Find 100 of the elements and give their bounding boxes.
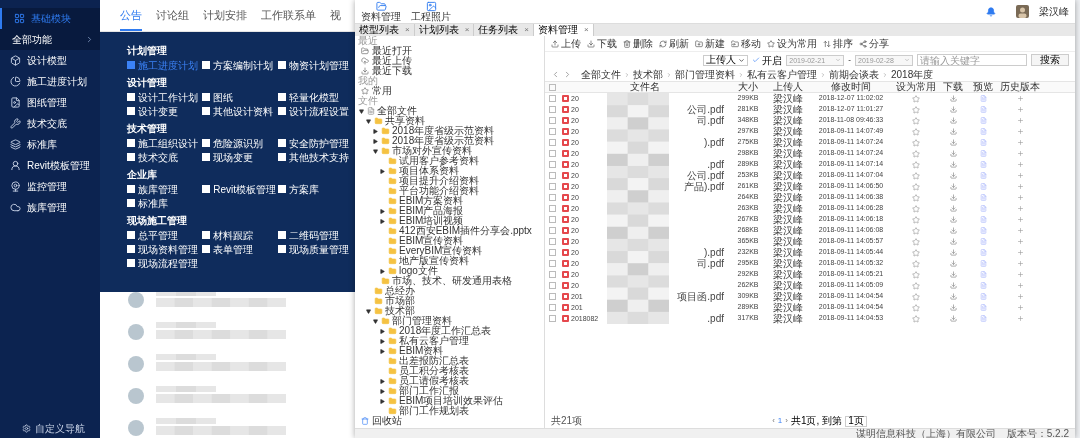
breadcrumb-link[interactable]: 私有云客户管理	[747, 67, 817, 82]
star-icon[interactable]	[912, 138, 920, 147]
checkbox[interactable]	[277, 245, 286, 253]
tree-item[interactable]: 最近下载	[355, 66, 544, 76]
checkbox[interactable]	[127, 107, 135, 115]
menu-option[interactable]: 现场变更	[202, 150, 274, 164]
breadcrumb-link[interactable]: 技术部	[633, 67, 663, 82]
preview-icon[interactable]	[979, 260, 987, 267]
checkbox[interactable]	[549, 194, 556, 201]
enable-option[interactable]: 开启	[752, 52, 783, 68]
preview-icon[interactable]	[979, 95, 987, 102]
plus-icon[interactable]	[1016, 183, 1024, 190]
breadcrumb-link[interactable]: 全部文件	[581, 67, 621, 82]
toolbar-button[interactable]: 新建	[695, 36, 725, 51]
menu-option[interactable]: 总平管理	[127, 228, 199, 242]
tree-item[interactable]: 市场、技术、研发通用表格	[355, 276, 544, 286]
sidebar-item[interactable]: 族库管理	[0, 197, 100, 218]
sidebar-item[interactable]: 标准库	[0, 134, 100, 155]
checkbox[interactable]	[549, 249, 556, 256]
close-tab-button[interactable]: ×	[584, 25, 589, 35]
collapsed-caret-icon[interactable]	[380, 168, 385, 174]
tree-item[interactable]: 2018年度省级示范资料	[355, 126, 544, 136]
star-icon[interactable]	[912, 215, 920, 224]
plus-icon[interactable]	[1016, 150, 1024, 157]
checkbox[interactable]	[549, 161, 556, 168]
preview-icon[interactable]	[979, 238, 987, 245]
checkbox[interactable]	[549, 106, 556, 113]
checkbox[interactable]	[127, 259, 135, 267]
star-icon[interactable]	[912, 204, 920, 213]
preview-icon[interactable]	[979, 139, 987, 146]
sidebar-item[interactable]: 基础模块	[0, 8, 100, 29]
preview-icon[interactable]	[979, 172, 987, 179]
menu-option[interactable]: 方案库	[277, 182, 349, 196]
download-icon[interactable]	[949, 194, 957, 201]
tree-item[interactable]: 最近打开	[355, 46, 544, 56]
tree-item[interactable]: 项目提升介绍资料	[355, 176, 544, 186]
menu-option[interactable]: 施工组织设计	[127, 136, 199, 150]
expanded-caret-icon[interactable]	[373, 148, 378, 154]
checkbox[interactable]	[202, 153, 211, 161]
close-tab-button[interactable]: ×	[464, 25, 470, 35]
download-icon[interactable]	[949, 150, 957, 157]
recycle-bin-item[interactable]: 回收站	[355, 416, 544, 426]
tree-item[interactable]: 412西安EBIM插件分享会.pptx	[355, 226, 544, 236]
toolbar-button[interactable]: 删除	[623, 36, 653, 51]
star-icon[interactable]	[912, 248, 920, 257]
menu-option[interactable]: 现场质量管理	[277, 242, 349, 256]
checkbox[interactable]	[127, 139, 135, 147]
star-icon[interactable]	[912, 149, 920, 158]
tree-item[interactable]: EBIM培训视频	[355, 216, 544, 226]
menu-option[interactable]: 材料跟踪	[202, 228, 274, 242]
tree-item[interactable]: EBIM宣传资料	[355, 236, 544, 246]
star-icon[interactable]	[912, 116, 920, 125]
preview-icon[interactable]	[979, 216, 987, 223]
column-header[interactable]: 文件名	[562, 82, 728, 92]
checkbox[interactable]	[277, 61, 286, 69]
all-functions-item[interactable]: 全部功能	[0, 29, 100, 50]
preview-icon[interactable]	[979, 271, 987, 278]
menu-option[interactable]: 表单管理	[202, 242, 274, 256]
checkbox[interactable]	[752, 56, 761, 64]
tree-item[interactable]: 2018年度省级示范资料	[355, 136, 544, 146]
checkbox[interactable]	[202, 107, 211, 115]
checkbox[interactable]	[127, 199, 135, 207]
checkbox[interactable]	[127, 61, 135, 69]
preview-icon[interactable]	[979, 106, 987, 113]
uploader-select[interactable]: 上传人	[703, 54, 749, 66]
toolbar-button[interactable]: 下载	[587, 36, 617, 51]
breadcrumb-link[interactable]: 前期会谈表	[829, 67, 879, 82]
checkbox[interactable]	[549, 227, 556, 234]
checkbox[interactable]	[202, 93, 211, 101]
preview-icon[interactable]	[979, 315, 987, 322]
star-icon[interactable]	[912, 193, 920, 202]
checkbox[interactable]	[277, 185, 286, 193]
checkbox[interactable]	[127, 153, 135, 161]
toolbar-button[interactable]: 移动	[731, 36, 761, 51]
tree-item[interactable]: logo文件	[355, 266, 544, 276]
menu-option[interactable]: 安全防护管理	[277, 136, 349, 150]
plus-icon[interactable]	[1016, 128, 1024, 135]
toolbar-button[interactable]: 刷新	[659, 36, 689, 51]
download-icon[interactable]	[949, 128, 957, 135]
plus-icon[interactable]	[1016, 271, 1024, 278]
menu-option[interactable]: 设计变更	[127, 104, 199, 118]
search-field[interactable]: 请输入关键字	[917, 54, 1027, 66]
download-icon[interactable]	[949, 216, 957, 223]
column-header[interactable]: 历史版本	[998, 82, 1042, 92]
menu-option[interactable]: 现场流程管理	[127, 256, 199, 270]
menu-option[interactable]: 其他设计资料	[202, 104, 274, 118]
checkbox[interactable]	[127, 93, 135, 101]
plus-icon[interactable]	[1016, 106, 1024, 113]
star-icon[interactable]	[912, 105, 920, 114]
plus-icon[interactable]	[1016, 139, 1024, 146]
preview-icon[interactable]	[979, 304, 987, 311]
download-icon[interactable]	[949, 139, 957, 146]
checkbox[interactable]	[549, 282, 556, 289]
menu-option[interactable]: 二维码管理	[277, 228, 349, 242]
avatar[interactable]	[1016, 5, 1029, 18]
plus-icon[interactable]	[1016, 95, 1024, 102]
column-header[interactable]: 大小	[728, 82, 768, 92]
sidebar-item[interactable]: 施工进度计划	[0, 71, 100, 92]
star-icon[interactable]	[912, 270, 920, 279]
checkbox[interactable]	[549, 271, 556, 278]
